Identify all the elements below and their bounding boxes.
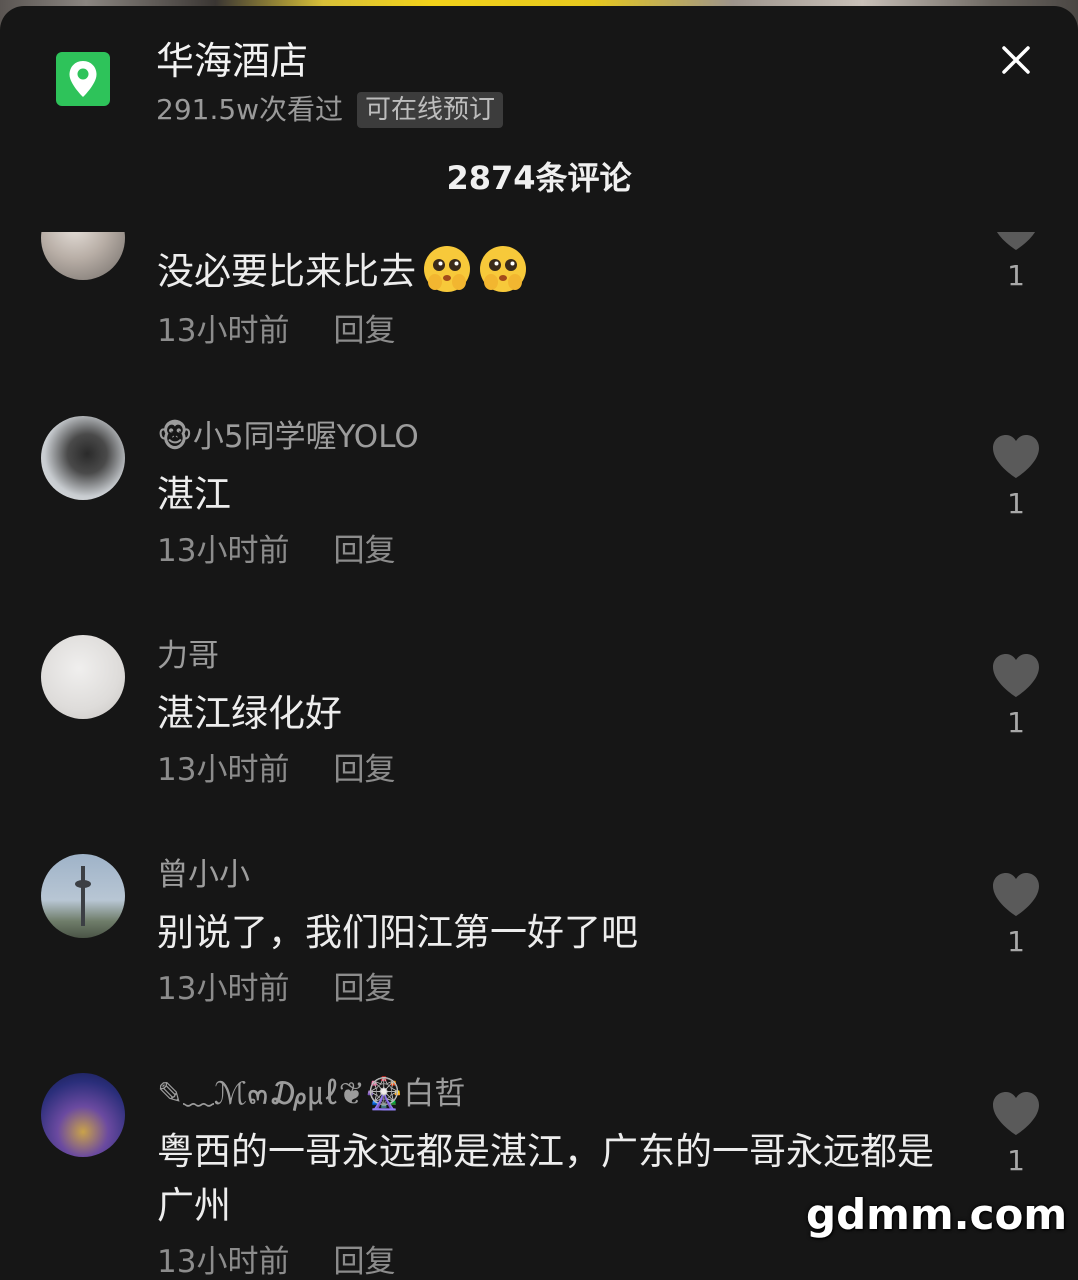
like-button[interactable]: 1 xyxy=(990,232,1042,294)
heart-icon xyxy=(993,873,1039,916)
comment-time: 13小时前 xyxy=(157,752,290,788)
comment-count-title: 2874条评论 xyxy=(446,159,632,197)
avatar[interactable] xyxy=(41,232,125,280)
close-icon xyxy=(1002,46,1030,74)
avatar[interactable] xyxy=(41,1073,125,1157)
like-count: 1 xyxy=(1007,487,1025,520)
comments-panel: 华海酒店 291.5w次看过 可在线预订 2874条评论 没必要比来比去 13小… xyxy=(0,6,1078,1280)
tower-icon xyxy=(75,866,91,926)
comment-text-content: 没必要比来比去 xyxy=(157,250,416,293)
reply-button[interactable]: 回复 xyxy=(333,313,395,349)
reply-button[interactable]: 回复 xyxy=(333,752,395,788)
like-button[interactable]: 1 xyxy=(990,434,1042,522)
like-button[interactable]: 1 xyxy=(990,1091,1042,1179)
heart-icon xyxy=(993,1092,1039,1135)
close-button[interactable] xyxy=(990,34,1042,86)
comment-time: 13小时前 xyxy=(157,313,290,349)
watermark: gdmm.com xyxy=(806,1190,1068,1239)
like-button[interactable]: 1 xyxy=(990,872,1042,960)
hotel-name[interactable]: 华海酒店 xyxy=(156,36,308,86)
comment-username[interactable]: 曾小小 xyxy=(157,854,250,896)
comment-list[interactable]: 没必要比来比去 13小时前 回复 1 🐵小5同学喔YOLO 湛江 13小时前 回复 … xyxy=(0,232,1078,1280)
like-count: 1 xyxy=(1007,1144,1025,1177)
like-count: 1 xyxy=(1007,259,1025,292)
online-booking-badge[interactable]: 可在线预订 xyxy=(357,92,504,128)
reply-button[interactable]: 回复 xyxy=(333,1244,395,1280)
comment-text: 别说了，我们阳江第一好了吧 xyxy=(157,911,638,954)
like-button[interactable]: 1 xyxy=(990,653,1042,741)
comment-username[interactable]: 力哥 xyxy=(157,635,219,677)
comment-text: 没必要比来比去 xyxy=(157,244,957,299)
pleading-face-emoji-icon xyxy=(424,246,470,292)
avatar[interactable] xyxy=(41,635,125,719)
like-count: 1 xyxy=(1007,706,1025,739)
comment-meta: 13小时前 回复 xyxy=(157,968,395,1010)
location-pin-icon[interactable] xyxy=(56,52,110,106)
comment-meta: 13小时前 回复 xyxy=(157,749,395,791)
comment-username[interactable]: ✎﹏ℳ๓₯㎕❦🎡白哲 xyxy=(157,1073,465,1115)
comment-meta: 13小时前 回复 xyxy=(157,1241,395,1280)
comment-time: 13小时前 xyxy=(157,971,290,1007)
like-count: 1 xyxy=(1007,925,1025,958)
comment-time: 13小时前 xyxy=(157,1244,290,1280)
heart-icon xyxy=(993,435,1039,478)
heart-icon xyxy=(993,654,1039,697)
view-count: 291.5w次看过 xyxy=(156,93,344,126)
comment-text: 湛江 xyxy=(157,473,231,516)
comment-meta: 13小时前 回复 xyxy=(157,310,395,352)
comment-username[interactable]: 🐵小5同学喔YOLO xyxy=(157,416,419,458)
comment-meta: 13小时前 回复 xyxy=(157,530,395,572)
reply-button[interactable]: 回复 xyxy=(333,533,395,569)
avatar[interactable] xyxy=(41,416,125,500)
avatar[interactable] xyxy=(41,854,125,938)
reply-button[interactable]: 回复 xyxy=(333,971,395,1007)
heart-icon xyxy=(997,232,1035,250)
comment-text: 湛江绿化好 xyxy=(157,692,342,735)
pleading-face-emoji-icon xyxy=(480,246,526,292)
comment-time: 13小时前 xyxy=(157,533,290,569)
